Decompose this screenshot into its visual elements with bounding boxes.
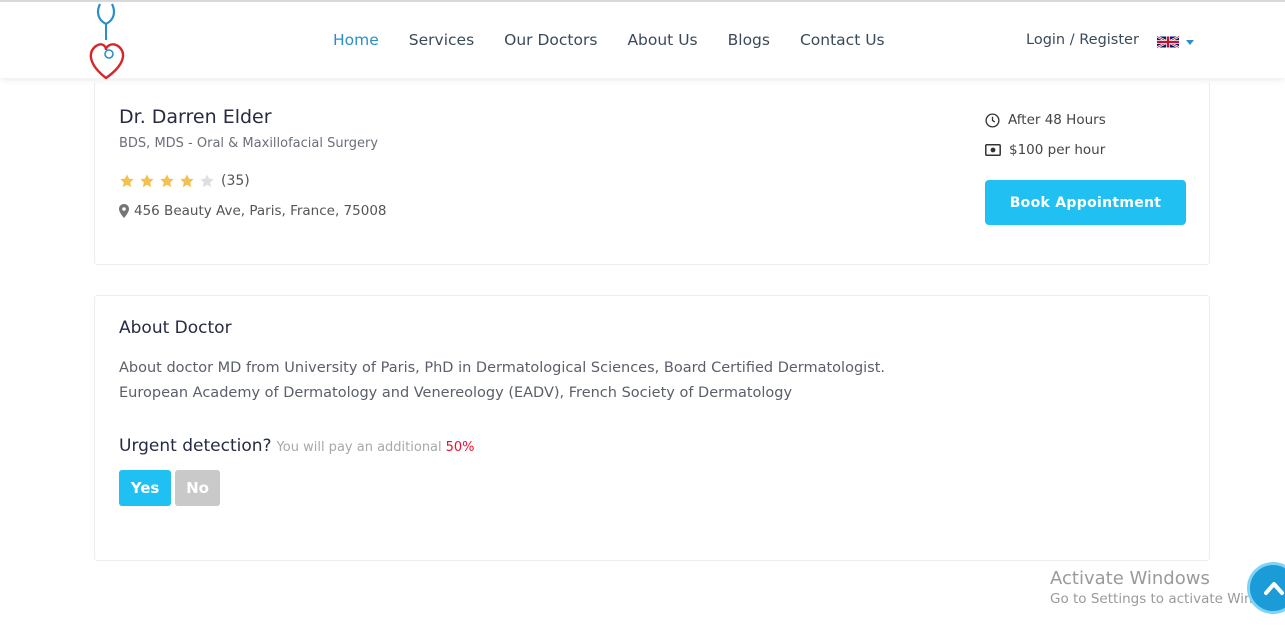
doctor-address: 456 Beauty Ave, Paris, France, 75008 bbox=[119, 203, 387, 219]
site-header: Home Services Our Doctors About Us Blogs… bbox=[0, 0, 1285, 80]
star-filled-icon bbox=[180, 174, 194, 188]
clock-icon bbox=[985, 112, 1000, 128]
rating: (35) bbox=[119, 173, 250, 189]
no-button[interactable]: No bbox=[175, 470, 220, 506]
stethoscope-heart-logo[interactable] bbox=[86, 2, 130, 80]
nav-blogs[interactable]: Blogs bbox=[728, 31, 770, 49]
nav-home[interactable]: Home bbox=[333, 31, 379, 49]
star-empty-icon bbox=[200, 174, 214, 188]
money-bill-icon bbox=[985, 144, 1001, 156]
urgent-note: You will pay an additional bbox=[276, 440, 442, 455]
map-marker-icon bbox=[119, 204, 129, 218]
urgent-label: Urgent detection? bbox=[119, 436, 272, 456]
urgent-detection: Urgent detection? You will pay an additi… bbox=[119, 436, 475, 456]
availability-info: After 48 Hours bbox=[985, 112, 1106, 128]
doctor-profile-card: Dr. Darren Elder BDS, MDS - Oral & Maxil… bbox=[94, 82, 1210, 265]
star-filled-icon bbox=[160, 174, 174, 188]
address-text: 456 Beauty Ave, Paris, France, 75008 bbox=[134, 203, 387, 219]
chevron-down-icon[interactable] bbox=[1186, 40, 1194, 45]
star-filled-icon bbox=[140, 174, 154, 188]
nav-contact-us[interactable]: Contact Us bbox=[800, 31, 885, 49]
nav-about-us[interactable]: About Us bbox=[627, 31, 697, 49]
uk-flag-icon[interactable] bbox=[1157, 35, 1179, 49]
availability-text: After 48 Hours bbox=[1008, 112, 1106, 128]
rating-count: (35) bbox=[221, 173, 250, 189]
nav-services[interactable]: Services bbox=[409, 31, 474, 49]
main-nav: Home Services Our Doctors About Us Blogs… bbox=[333, 31, 915, 49]
book-appointment-button[interactable]: Book Appointment bbox=[985, 180, 1186, 225]
star-filled-icon bbox=[120, 174, 134, 188]
about-title: About Doctor bbox=[119, 318, 232, 338]
about-line-2: European Academy of Dermatology and Vene… bbox=[119, 385, 793, 401]
price-text: $100 per hour bbox=[1009, 142, 1106, 158]
doctor-name: Dr. Darren Elder bbox=[119, 106, 272, 128]
about-text: About doctor MD from University of Paris… bbox=[119, 356, 1019, 406]
login-register-link[interactable]: Login / Register bbox=[1026, 32, 1139, 48]
price-info: $100 per hour bbox=[985, 142, 1105, 158]
about-doctor-card: About Doctor About doctor MD from Univer… bbox=[94, 295, 1210, 561]
doctor-specialty: BDS, MDS - Oral & Maxillofacial Surgery bbox=[119, 136, 379, 151]
nav-our-doctors[interactable]: Our Doctors bbox=[504, 31, 597, 49]
about-line-1: About doctor MD from University of Paris… bbox=[119, 360, 886, 376]
yes-button[interactable]: Yes bbox=[119, 470, 171, 506]
urgent-percentage: 50% bbox=[445, 440, 475, 455]
chevron-up-icon bbox=[1264, 582, 1284, 595]
